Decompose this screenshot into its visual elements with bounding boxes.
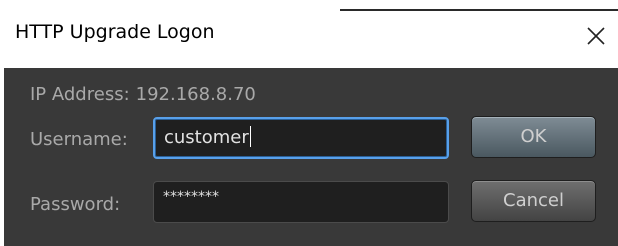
- window-edge-line: [340, 9, 618, 11]
- cancel-button[interactable]: Cancel: [471, 180, 596, 222]
- ip-address-value: 192.168.8.70: [135, 84, 256, 105]
- logon-dialog: HTTP Upgrade Logon IP Address: 192.168.8.…: [0, 0, 618, 246]
- ok-button[interactable]: OK: [471, 116, 596, 158]
- close-icon: [587, 27, 605, 45]
- text-caret: [249, 126, 251, 147]
- username-value: customer: [164, 127, 249, 148]
- password-label: Password:: [30, 194, 121, 215]
- close-button[interactable]: [574, 14, 618, 54]
- password-masked-value: ********: [163, 189, 219, 205]
- dialog-title: HTTP Upgrade Logon: [15, 21, 215, 43]
- username-label: Username:: [30, 129, 128, 150]
- ip-address-label: IP Address:: [30, 84, 130, 105]
- username-field[interactable]: customer: [153, 117, 449, 159]
- title-bar: HTTP Upgrade Logon: [0, 0, 618, 67]
- password-field[interactable]: ********: [153, 181, 449, 223]
- ip-address-row: IP Address: 192.168.8.70: [30, 84, 256, 105]
